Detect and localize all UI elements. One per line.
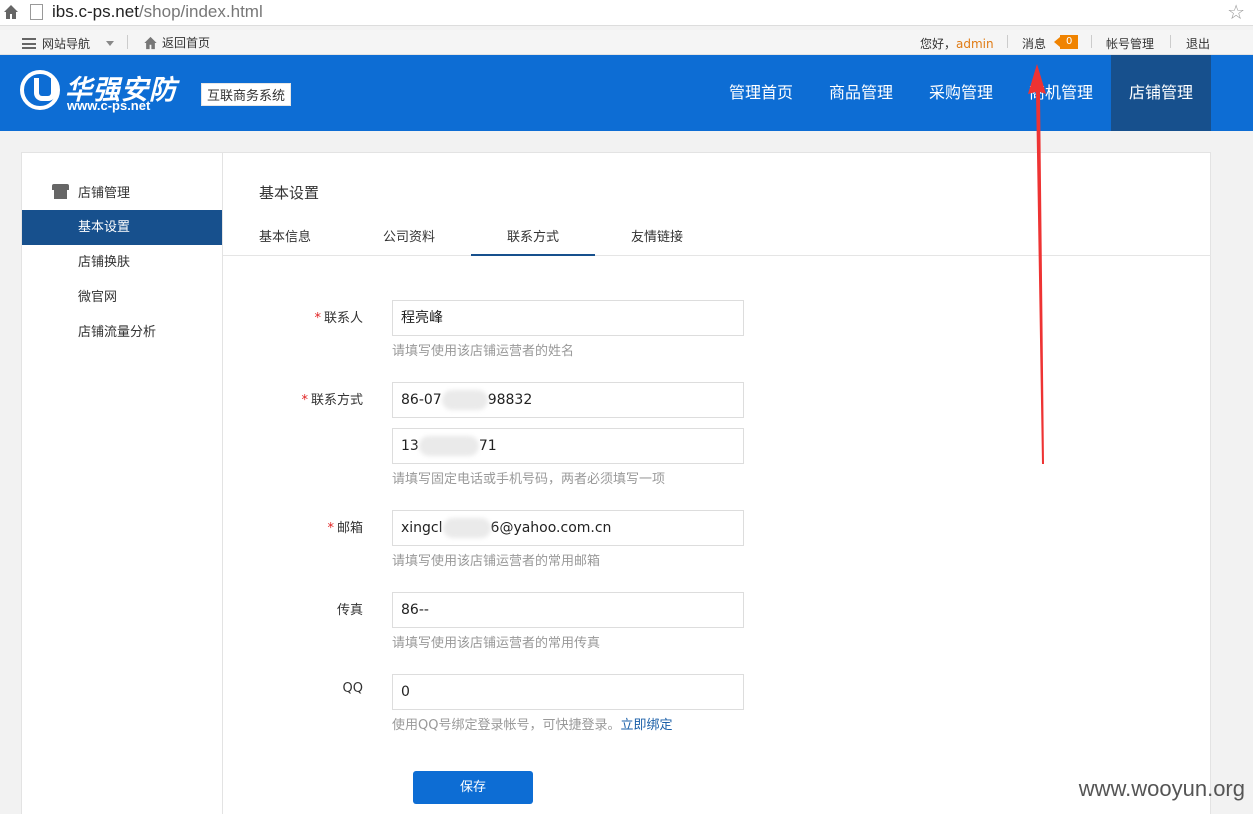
- divider: [1007, 35, 1008, 48]
- site-header: 华强安防 www.c-ps.net 互联商务系统 管理首页 商品管理 采购管理 …: [0, 55, 1253, 131]
- fax-label: 传真: [336, 603, 363, 618]
- user-links: 您好，admin 消息 0 帐号管理 退出: [913, 35, 1253, 51]
- sidebar-item-skin[interactable]: 店铺换肤: [22, 245, 222, 280]
- nav-item-products[interactable]: 商品管理: [811, 55, 911, 131]
- watermark: www.wooyun.org: [1078, 776, 1245, 801]
- greeting: 您好，admin: [920, 37, 994, 51]
- tab-contact[interactable]: 联系方式: [471, 223, 595, 256]
- phone-label: * 联系方式: [301, 393, 363, 408]
- tab-links[interactable]: 友情链接: [595, 223, 719, 256]
- logo[interactable]: 华强安防 www.c-ps.net: [20, 68, 190, 116]
- sidebar: 店铺管理 基本设置 店铺换肤 微官网 店铺流量分析: [22, 153, 223, 814]
- browser-address-bar: ibs.c-ps.net/shop/index.html ☆: [0, 0, 1253, 26]
- chevron-down-icon: [106, 41, 115, 46]
- nav-item-home[interactable]: 管理首页: [711, 55, 811, 131]
- qq-label: QQ: [342, 681, 363, 696]
- messages-link[interactable]: 消息: [1022, 35, 1046, 52]
- sidebar-item-basic-settings[interactable]: 基本设置: [22, 210, 222, 245]
- sidebar-item-traffic[interactable]: 店铺流量分析: [22, 315, 222, 350]
- tab-basic-info[interactable]: 基本信息: [223, 223, 347, 256]
- site-nav-label: 网站导航: [42, 37, 91, 51]
- content-panel: 店铺管理 基本设置 店铺换肤 微官网 店铺流量分析 基本设置 基本信息 公司资料…: [21, 152, 1211, 814]
- main-content: 基本设置 基本信息 公司资料 联系方式 友情链接 * 联系人 程亮峰 请填写使用该…: [223, 153, 1211, 814]
- account-link[interactable]: 帐号管理: [1106, 35, 1154, 52]
- bind-qq-link[interactable]: 立即绑定: [620, 718, 672, 733]
- nav-item-opportunities[interactable]: 商机管理: [1011, 55, 1111, 131]
- sidebar-item-micro-site[interactable]: 微官网: [22, 280, 222, 315]
- home-icon: [144, 36, 157, 49]
- logo-url: www.c-ps.net: [67, 98, 151, 113]
- phone-input[interactable]: 86-07 98832: [392, 382, 744, 418]
- contact-label: * 联系人: [314, 311, 363, 326]
- phone-hint: 请填写固定电话或手机号码，两者必须填写一项: [392, 472, 666, 487]
- mobile-input[interactable]: 13 71: [392, 428, 744, 464]
- email-hint: 请填写使用该店铺运营者的常用邮箱: [392, 554, 601, 569]
- menu-icon: [22, 38, 36, 49]
- sidebar-menu: 基本设置 店铺换肤 微官网 店铺流量分析: [22, 210, 222, 350]
- qq-input[interactable]: 0: [392, 674, 744, 710]
- back-home-label: 返回首页: [162, 36, 211, 50]
- logout-link[interactable]: 退出: [1186, 35, 1210, 52]
- page-title: 基本设置: [259, 184, 320, 202]
- site-nav-menu[interactable]: 网站导航: [22, 35, 115, 52]
- username[interactable]: admin: [956, 37, 994, 51]
- nav-item-purchasing[interactable]: 采购管理: [911, 55, 1011, 131]
- divider: [1091, 35, 1092, 48]
- back-home-link[interactable]: 返回首页: [143, 34, 210, 51]
- system-tag: 互联商务系统: [201, 83, 292, 106]
- fax-input[interactable]: 86--: [392, 592, 744, 628]
- divider: [1170, 35, 1171, 48]
- divider: [127, 35, 128, 49]
- sidebar-heading-label: 店铺管理: [78, 186, 131, 201]
- logo-mark-icon: [20, 70, 60, 110]
- qq-hint: 使用QQ号绑定登录帐号，可快捷登录。立即绑定: [392, 718, 673, 733]
- contact-input[interactable]: 程亮峰: [392, 300, 744, 336]
- email-input[interactable]: xingcl 6@yahoo.com.cn: [392, 510, 744, 546]
- page-icon: [30, 4, 43, 20]
- email-label: * 邮箱: [327, 521, 363, 536]
- contact-hint: 请填写使用该店铺运营者的姓名: [392, 344, 575, 359]
- tab-bar: 基本信息 公司资料 联系方式 友情链接: [223, 223, 1211, 256]
- home-icon[interactable]: [3, 4, 19, 20]
- bookmark-star-icon[interactable]: ☆: [1227, 0, 1245, 24]
- fax-hint: 请填写使用该店铺运营者的常用传真: [392, 636, 601, 651]
- url-field[interactable]: ibs.c-ps.net/shop/index.html: [52, 2, 263, 22]
- store-icon: [52, 184, 69, 199]
- top-utility-bar: 网站导航 返回首页 您好，admin 消息 0 帐号管理 退出: [0, 30, 1253, 55]
- message-count-badge[interactable]: 0: [1053, 35, 1079, 49]
- sidebar-heading: 店铺管理: [52, 182, 130, 201]
- nav-item-store[interactable]: 店铺管理: [1111, 55, 1211, 131]
- tab-company-info[interactable]: 公司资料: [347, 223, 471, 256]
- main-nav: 管理首页 商品管理 采购管理 商机管理 店铺管理: [711, 55, 1211, 131]
- save-button[interactable]: 保存: [413, 771, 533, 804]
